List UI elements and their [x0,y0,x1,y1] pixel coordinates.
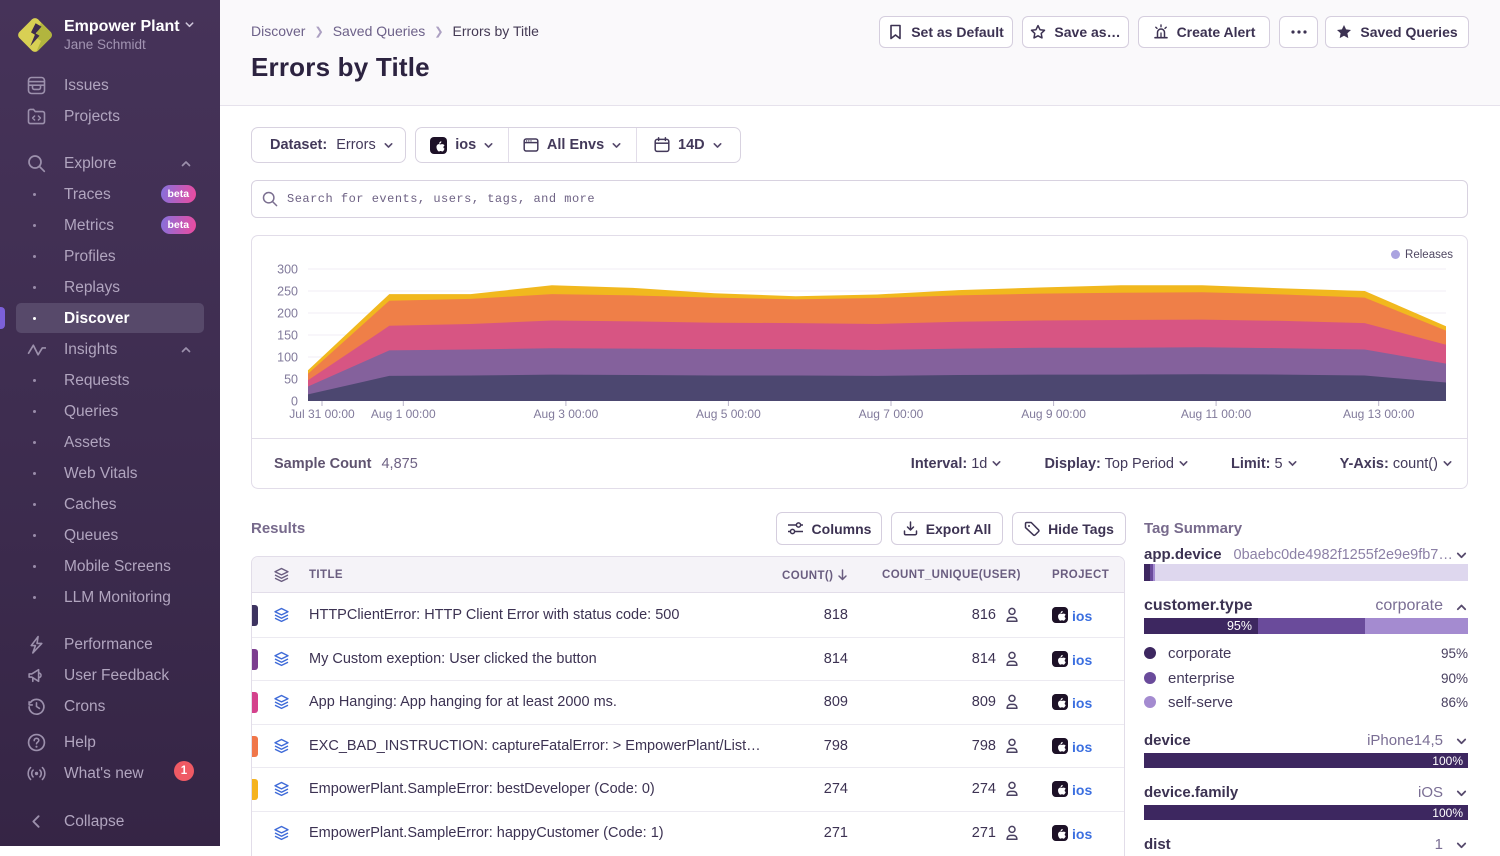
svg-text:Aug 11 00:00: Aug 11 00:00 [1181,407,1252,421]
svg-text:150: 150 [277,329,298,343]
svg-text:100: 100 [277,351,298,365]
svg-text:Aug 3 00:00: Aug 3 00:00 [534,407,599,421]
svg-text:Aug 1 00:00: Aug 1 00:00 [371,407,436,421]
svg-text:50: 50 [284,373,298,387]
svg-text:300: 300 [277,263,298,277]
svg-text:Aug 13 00:00: Aug 13 00:00 [1343,407,1415,421]
svg-text:Aug 5 00:00: Aug 5 00:00 [696,407,761,421]
svg-text:Jul 31 00:00: Jul 31 00:00 [289,407,355,421]
svg-text:250: 250 [277,285,298,299]
svg-text:Aug 7 00:00: Aug 7 00:00 [859,407,924,421]
svg-text:200: 200 [277,307,298,321]
svg-text:Aug 9 00:00: Aug 9 00:00 [1021,407,1086,421]
